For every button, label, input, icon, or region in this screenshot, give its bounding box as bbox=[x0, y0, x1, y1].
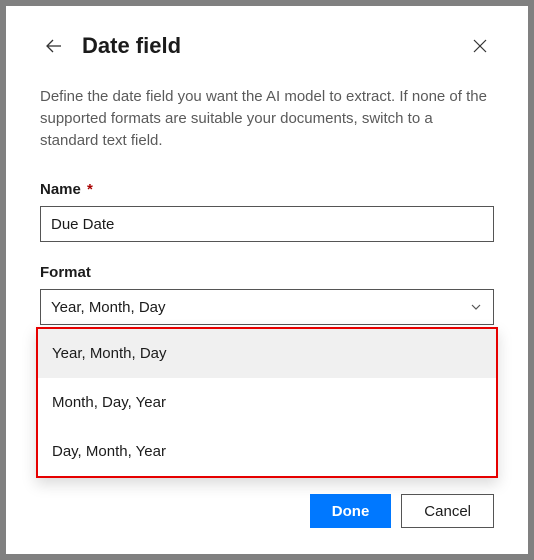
cancel-button[interactable]: Cancel bbox=[401, 494, 494, 528]
back-button[interactable] bbox=[40, 32, 68, 60]
format-select[interactable]: Year, Month, Day bbox=[40, 289, 494, 325]
format-option-mdy[interactable]: Month, Day, Year bbox=[38, 378, 496, 427]
format-option-ymd[interactable]: Year, Month, Day bbox=[38, 329, 496, 378]
format-label: Format bbox=[40, 264, 494, 281]
name-input[interactable] bbox=[40, 206, 494, 242]
format-option-dmy[interactable]: Day, Month, Year bbox=[38, 427, 496, 476]
done-button[interactable]: Done bbox=[310, 494, 392, 528]
required-indicator: * bbox=[87, 181, 93, 198]
format-select-wrapper: Year, Month, Day Year, Month, Day Month,… bbox=[40, 289, 494, 325]
format-selected-value: Year, Month, Day bbox=[51, 299, 166, 316]
format-dropdown-panel: Year, Month, Day Month, Day, Year Day, M… bbox=[36, 327, 498, 478]
close-button[interactable] bbox=[466, 32, 494, 60]
chevron-down-icon bbox=[469, 300, 483, 314]
dialog-description: Define the date field you want the AI mo… bbox=[40, 86, 494, 151]
dialog-title: Date field bbox=[82, 33, 466, 59]
name-label: Name * bbox=[40, 181, 494, 198]
arrow-left-icon bbox=[44, 36, 64, 56]
dialog-footer: Done Cancel bbox=[310, 494, 494, 528]
close-icon bbox=[472, 38, 488, 54]
date-field-dialog: Date field Define the date field you wan… bbox=[6, 6, 528, 554]
name-label-text: Name bbox=[40, 181, 81, 198]
dialog-header: Date field bbox=[40, 32, 494, 60]
